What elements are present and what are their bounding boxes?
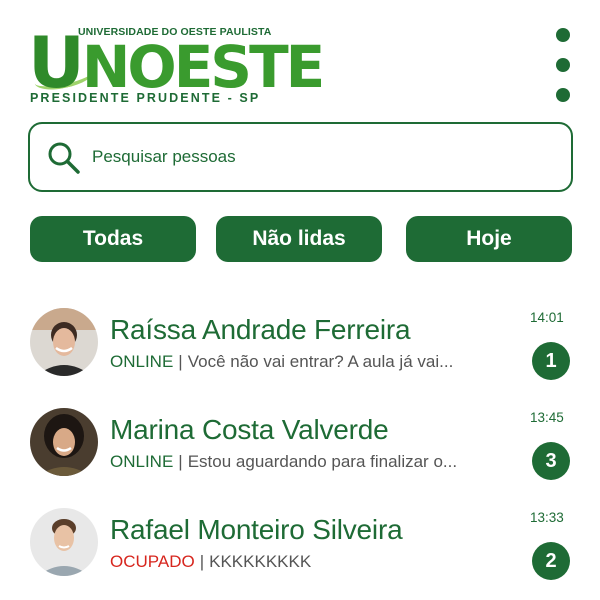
separator: | bbox=[199, 552, 205, 571]
more-vertical-icon bbox=[556, 28, 570, 42]
message-time: 14:01 bbox=[530, 310, 564, 325]
contact-name: Rafael Monteiro Silveira bbox=[110, 514, 403, 545]
avatar bbox=[30, 408, 98, 476]
message-time: 13:33 bbox=[530, 510, 564, 525]
message-preview: KKKKKKKKK bbox=[209, 552, 312, 571]
separator: | bbox=[178, 452, 183, 471]
contact-row[interactable]: Marina Costa Valverde ONLINE | Estou aguar… bbox=[0, 398, 600, 488]
contact-row[interactable]: Raíssa Andrade Ferreira ONLINE | Você não … bbox=[0, 298, 600, 388]
status-badge: ONLINE bbox=[110, 452, 174, 471]
more-options-button[interactable] bbox=[552, 28, 574, 102]
separator: | bbox=[178, 352, 183, 371]
contact-name: Marina Costa Valverde bbox=[110, 414, 389, 445]
message-time: 13:45 bbox=[530, 410, 564, 425]
contact-subtitle: ONLINE | Estou aguardando para finalizar o… bbox=[110, 452, 457, 472]
avatar bbox=[30, 508, 98, 576]
unoeste-logo: UNIVERSIDADE DO OESTE PAULISTA UNOESTE P… bbox=[28, 20, 325, 106]
avatar bbox=[30, 308, 98, 376]
logo-wordmark: UNOESTE bbox=[28, 22, 325, 104]
unread-count-badge: 1 bbox=[532, 342, 570, 380]
contact-subtitle: OCUPADO | KKKKKKKKK bbox=[110, 552, 311, 572]
contact-subtitle: ONLINE | Você não vai entrar? A aula já va… bbox=[110, 352, 453, 372]
filter-unread-button[interactable]: Não lidas bbox=[216, 216, 382, 262]
unread-count-badge: 2 bbox=[532, 542, 570, 580]
search-icon bbox=[48, 142, 80, 174]
search-input[interactable] bbox=[92, 142, 552, 172]
unread-count-badge: 3 bbox=[532, 442, 570, 480]
message-preview: Estou aguardando para finalizar o... bbox=[187, 452, 458, 471]
filter-today-button[interactable]: Hoje bbox=[406, 216, 572, 262]
logo-city: PRESIDENTE PRUDENTE - SP bbox=[30, 91, 261, 105]
status-badge: ONLINE bbox=[110, 352, 174, 371]
contact-row[interactable]: Rafael Monteiro Silveira OCUPADO | KKKKKKK… bbox=[0, 498, 600, 588]
contact-name: Raíssa Andrade Ferreira bbox=[110, 314, 411, 345]
search-bar[interactable] bbox=[28, 122, 573, 192]
filter-all-button[interactable]: Todas bbox=[30, 216, 196, 262]
filter-tabs: Todas Não lidas Hoje bbox=[30, 216, 572, 262]
status-badge: OCUPADO bbox=[110, 552, 195, 571]
message-preview: Você não vai entrar? A aula já vai... bbox=[187, 352, 454, 371]
